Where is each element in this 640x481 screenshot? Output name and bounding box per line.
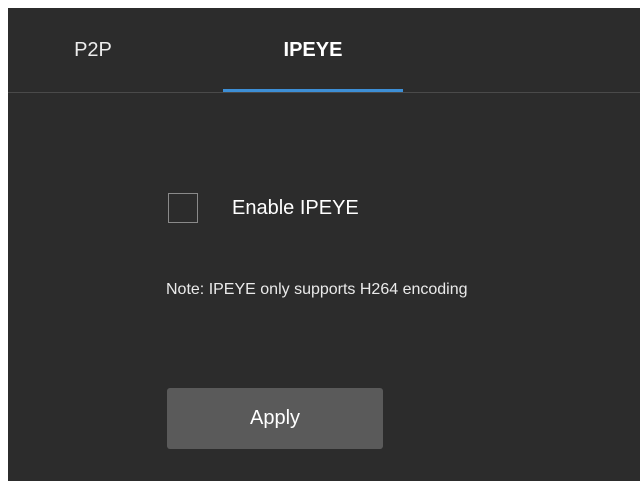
enable-ipeye-label: Enable IPEYE [232, 197, 359, 219]
enable-ipeye-checkbox[interactable] [168, 193, 198, 223]
tab-ipeye[interactable]: IPEYE [223, 8, 403, 92]
tab-p2p[interactable]: P2P [58, 8, 128, 92]
encoding-note: Note: IPEYE only supports H264 encoding [166, 281, 468, 298]
tab-bar: P2P IPEYE [8, 8, 640, 93]
apply-button[interactable]: Apply [167, 388, 383, 449]
active-tab-indicator [223, 89, 403, 92]
ipeye-settings-panel: P2P IPEYE Enable IPEYE Note: IPEYE only … [8, 8, 640, 481]
